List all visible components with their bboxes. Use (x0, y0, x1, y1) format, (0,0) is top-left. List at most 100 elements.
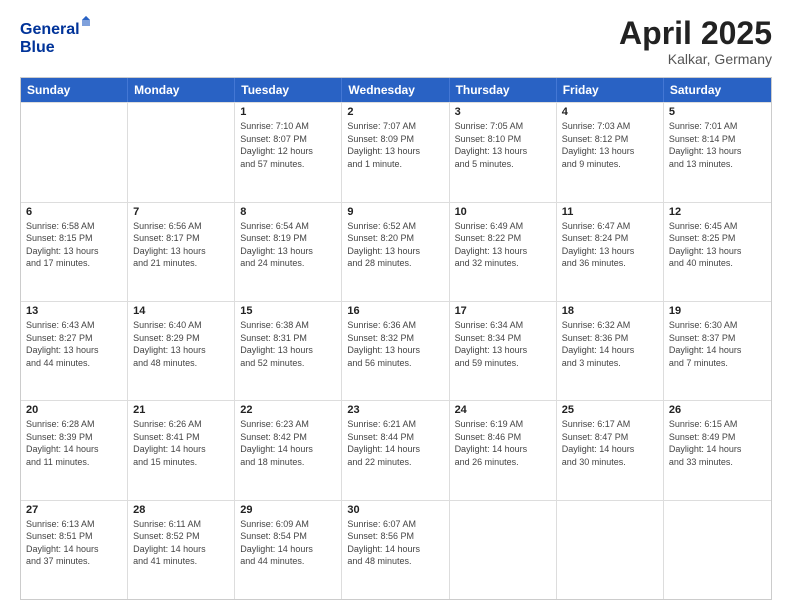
day-number: 22 (240, 404, 336, 416)
day-number: 23 (347, 404, 443, 416)
week-row-3: 13Sunrise: 6:43 AM Sunset: 8:27 PM Dayli… (21, 301, 771, 400)
week-row-1: 1Sunrise: 7:10 AM Sunset: 8:07 PM Daylig… (21, 102, 771, 201)
day-number: 12 (669, 206, 766, 218)
day-info: Sunrise: 6:32 AM Sunset: 8:36 PM Dayligh… (562, 319, 658, 369)
day-14: 14 Sunrise: 6:40 AM Sunset: 8:29 PM Dayli… (128, 302, 235, 400)
weekday-wednesday: Wednesday (342, 78, 449, 102)
day-number: 3 (455, 106, 551, 118)
day-info: Sunrise: 6:47 AM Sunset: 8:24 PM Dayligh… (562, 220, 658, 270)
day-20: 20 Sunrise: 6:28 AM Sunset: 8:39 PM Dayli… (21, 401, 128, 499)
day-number: 15 (240, 305, 336, 317)
day-info: Sunrise: 6:43 AM Sunset: 8:27 PM Dayligh… (26, 319, 122, 369)
day-info: Sunrise: 6:40 AM Sunset: 8:29 PM Dayligh… (133, 319, 229, 369)
day-number: 14 (133, 305, 229, 317)
day-number: 18 (562, 305, 658, 317)
day-info: Sunrise: 7:05 AM Sunset: 8:10 PM Dayligh… (455, 120, 551, 170)
day-info: Sunrise: 6:49 AM Sunset: 8:22 PM Dayligh… (455, 220, 551, 270)
day-6: 6Sunrise: 6:58 AM Sunset: 8:15 PM Daylig… (21, 203, 128, 301)
day-info: Sunrise: 6:11 AM Sunset: 8:52 PM Dayligh… (133, 518, 229, 568)
week-row-5: 27 Sunrise: 6:13 AM Sunset: 8:51 PM Dayli… (21, 500, 771, 599)
day-number: 16 (347, 305, 443, 317)
day-number: 17 (455, 305, 551, 317)
day-info: Sunrise: 6:19 AM Sunset: 8:46 PM Dayligh… (455, 418, 551, 468)
day-number: 2 (347, 106, 443, 118)
day-10: 10 Sunrise: 6:49 AM Sunset: 8:22 PM Dayli… (450, 203, 557, 301)
page: General Blue April 2025 Kalkar, Germany … (0, 0, 792, 612)
empty-cell-4-6 (664, 501, 771, 599)
day-info: Sunrise: 6:28 AM Sunset: 8:39 PM Dayligh… (26, 418, 122, 468)
day-11: 11 Sunrise: 6:47 AM Sunset: 8:24 PM Dayli… (557, 203, 664, 301)
day-29: 29Sunrise: 6:09 AM Sunset: 8:54 PM Dayli… (235, 501, 342, 599)
day-number: 8 (240, 206, 336, 218)
day-number: 27 (26, 504, 122, 516)
day-number: 19 (669, 305, 766, 317)
day-30: 30 Sunrise: 6:07 AM Sunset: 8:56 PM Dayli… (342, 501, 449, 599)
day-7: 7 Sunrise: 6:56 AM Sunset: 8:17 PM Daylig… (128, 203, 235, 301)
title-location: Kalkar, Germany (619, 51, 772, 67)
day-12: 12Sunrise: 6:45 AM Sunset: 8:25 PM Dayli… (664, 203, 771, 301)
day-number: 25 (562, 404, 658, 416)
day-28: 28 Sunrise: 6:11 AM Sunset: 8:52 PM Dayli… (128, 501, 235, 599)
day-21: 21 Sunrise: 6:26 AM Sunset: 8:41 PM Dayli… (128, 401, 235, 499)
day-number: 28 (133, 504, 229, 516)
day-number: 11 (562, 206, 658, 218)
day-5: 5Sunrise: 7:01 AM Sunset: 8:14 PM Daylig… (664, 103, 771, 201)
empty-cell-0-0 (21, 103, 128, 201)
calendar-header: SundayMondayTuesdayWednesdayThursdayFrid… (21, 78, 771, 102)
day-info: Sunrise: 6:58 AM Sunset: 8:15 PM Dayligh… (26, 220, 122, 270)
day-number: 10 (455, 206, 551, 218)
weekday-thursday: Thursday (450, 78, 557, 102)
title-month: April 2025 (619, 16, 772, 51)
weekday-sunday: Sunday (21, 78, 128, 102)
day-number: 1 (240, 106, 336, 118)
day-number: 30 (347, 504, 443, 516)
day-8: 8 Sunrise: 6:54 AM Sunset: 8:19 PM Daylig… (235, 203, 342, 301)
svg-text:General: General (20, 21, 80, 38)
header: General Blue April 2025 Kalkar, Germany (20, 16, 772, 67)
weekday-monday: Monday (128, 78, 235, 102)
day-18: 18 Sunrise: 6:32 AM Sunset: 8:36 PM Dayli… (557, 302, 664, 400)
day-number: 4 (562, 106, 658, 118)
empty-cell-0-1 (128, 103, 235, 201)
day-number: 5 (669, 106, 766, 118)
weekday-friday: Friday (557, 78, 664, 102)
day-info: Sunrise: 6:38 AM Sunset: 8:31 PM Dayligh… (240, 319, 336, 369)
day-19: 19Sunrise: 6:30 AM Sunset: 8:37 PM Dayli… (664, 302, 771, 400)
day-16: 16 Sunrise: 6:36 AM Sunset: 8:32 PM Dayli… (342, 302, 449, 400)
day-15: 15 Sunrise: 6:38 AM Sunset: 8:31 PM Dayli… (235, 302, 342, 400)
day-25: 25 Sunrise: 6:17 AM Sunset: 8:47 PM Dayli… (557, 401, 664, 499)
day-info: Sunrise: 6:34 AM Sunset: 8:34 PM Dayligh… (455, 319, 551, 369)
calendar: SundayMondayTuesdayWednesdayThursdayFrid… (20, 77, 772, 600)
day-9: 9 Sunrise: 6:52 AM Sunset: 8:20 PM Daylig… (342, 203, 449, 301)
day-number: 7 (133, 206, 229, 218)
empty-cell-4-4 (450, 501, 557, 599)
day-17: 17 Sunrise: 6:34 AM Sunset: 8:34 PM Dayli… (450, 302, 557, 400)
day-info: Sunrise: 7:07 AM Sunset: 8:09 PM Dayligh… (347, 120, 443, 170)
day-13: 13Sunrise: 6:43 AM Sunset: 8:27 PM Dayli… (21, 302, 128, 400)
week-row-4: 20 Sunrise: 6:28 AM Sunset: 8:39 PM Dayli… (21, 400, 771, 499)
day-3: 3 Sunrise: 7:05 AM Sunset: 8:10 PM Daylig… (450, 103, 557, 201)
day-info: Sunrise: 6:26 AM Sunset: 8:41 PM Dayligh… (133, 418, 229, 468)
day-info: Sunrise: 6:13 AM Sunset: 8:51 PM Dayligh… (26, 518, 122, 568)
day-24: 24Sunrise: 6:19 AM Sunset: 8:46 PM Dayli… (450, 401, 557, 499)
weekday-tuesday: Tuesday (235, 78, 342, 102)
day-1: 1Sunrise: 7:10 AM Sunset: 8:07 PM Daylig… (235, 103, 342, 201)
day-info: Sunrise: 6:36 AM Sunset: 8:32 PM Dayligh… (347, 319, 443, 369)
day-info: Sunrise: 6:56 AM Sunset: 8:17 PM Dayligh… (133, 220, 229, 270)
day-number: 20 (26, 404, 122, 416)
calendar-body: 1Sunrise: 7:10 AM Sunset: 8:07 PM Daylig… (21, 102, 771, 599)
day-2: 2 Sunrise: 7:07 AM Sunset: 8:09 PM Daylig… (342, 103, 449, 201)
day-info: Sunrise: 6:07 AM Sunset: 8:56 PM Dayligh… (347, 518, 443, 568)
weekday-saturday: Saturday (664, 78, 771, 102)
title-block: April 2025 Kalkar, Germany (619, 16, 772, 67)
day-number: 21 (133, 404, 229, 416)
day-info: Sunrise: 6:21 AM Sunset: 8:44 PM Dayligh… (347, 418, 443, 468)
week-row-2: 6Sunrise: 6:58 AM Sunset: 8:15 PM Daylig… (21, 202, 771, 301)
day-number: 9 (347, 206, 443, 218)
day-27: 27 Sunrise: 6:13 AM Sunset: 8:51 PM Dayli… (21, 501, 128, 599)
day-number: 29 (240, 504, 336, 516)
day-info: Sunrise: 6:52 AM Sunset: 8:20 PM Dayligh… (347, 220, 443, 270)
day-info: Sunrise: 6:54 AM Sunset: 8:19 PM Dayligh… (240, 220, 336, 270)
day-info: Sunrise: 6:17 AM Sunset: 8:47 PM Dayligh… (562, 418, 658, 468)
day-info: Sunrise: 7:03 AM Sunset: 8:12 PM Dayligh… (562, 120, 658, 170)
